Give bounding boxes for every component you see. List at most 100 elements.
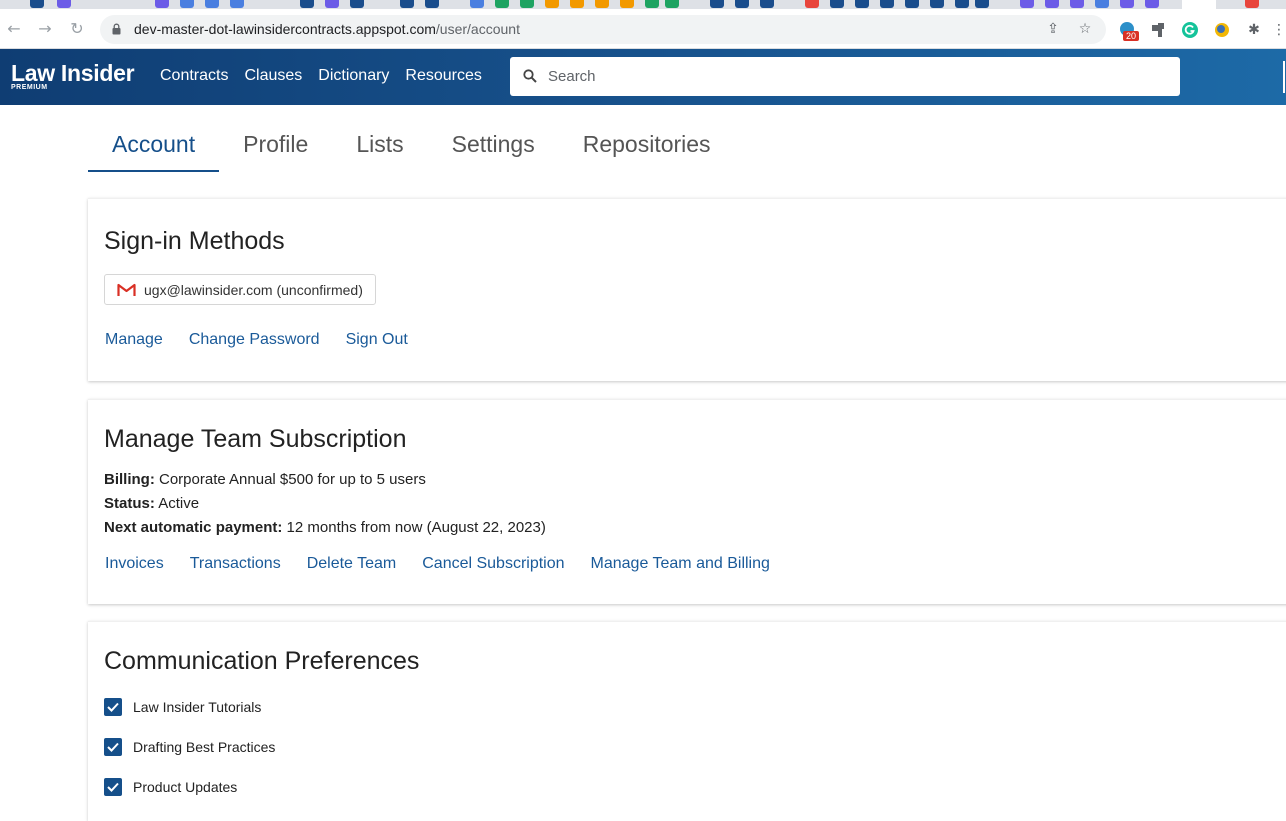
pref-label: Law Insider Tutorials	[133, 699, 262, 715]
subscription-title: Manage Team Subscription	[104, 425, 407, 453]
bookmark-star-icon[interactable]: ☆	[1076, 20, 1094, 38]
tab-favicon[interactable]	[710, 0, 724, 8]
tab-favicon[interactable]	[325, 0, 339, 8]
tab-favicon[interactable]	[300, 0, 314, 8]
signin-links: Manage Change Password Sign Out	[105, 331, 408, 349]
extension-avatar-icon[interactable]	[1213, 21, 1231, 39]
browser-toolbar: ← → ↻ dev-master-dot-lawinsidercontracts…	[0, 9, 1286, 49]
checkmark-icon	[107, 702, 119, 712]
logo-name: Law Insider	[11, 60, 135, 86]
tab-favicon[interactable]	[57, 0, 71, 8]
reload-icon[interactable]: ↻	[67, 19, 87, 39]
gmail-icon	[117, 283, 136, 296]
pref-checkbox[interactable]	[104, 778, 122, 796]
tab-favicon[interactable]	[1245, 0, 1259, 8]
law-insider-logo[interactable]: Law Insider PREMIUM	[11, 60, 135, 91]
tab-favicon[interactable]	[1120, 0, 1134, 8]
tab-favicon[interactable]	[1145, 0, 1159, 8]
extension-icon[interactable]	[1150, 21, 1168, 39]
tab-favicon[interactable]	[205, 0, 219, 8]
status-row: Status: Active	[104, 495, 200, 512]
tab-repositories[interactable]: Repositories	[559, 127, 735, 172]
forward-arrow-icon[interactable]: →	[35, 19, 55, 39]
tab-favicon[interactable]	[930, 0, 944, 8]
pref-item: Drafting Best Practices	[104, 738, 275, 756]
tab-account[interactable]: Account	[88, 127, 220, 172]
manage-team-billing-link[interactable]: Manage Team and Billing	[591, 555, 770, 573]
main-nav: Contracts Clauses Dictionary Resources	[160, 67, 482, 85]
tab-favicon[interactable]	[350, 0, 364, 8]
nav-dictionary[interactable]: Dictionary	[318, 67, 389, 85]
tab-favicon[interactable]	[595, 0, 609, 8]
tab-favicon[interactable]	[975, 0, 989, 8]
invoices-link[interactable]: Invoices	[105, 555, 164, 573]
tab-favicon[interactable]	[155, 0, 169, 8]
app-header: Law Insider PREMIUM Contracts Clauses Di…	[0, 49, 1286, 105]
tab-favicon[interactable]	[1070, 0, 1084, 8]
tab-favicon[interactable]	[400, 0, 414, 8]
share-icon[interactable]: ⇪	[1044, 20, 1062, 38]
tab-favicon[interactable]	[230, 0, 244, 8]
tab-favicon[interactable]	[735, 0, 749, 8]
tab-favicon[interactable]	[30, 0, 44, 8]
tab-favicon[interactable]	[1045, 0, 1059, 8]
tab-favicon[interactable]	[425, 0, 439, 8]
more-menu-icon[interactable]: ⋮	[1272, 21, 1286, 39]
cancel-subscription-link[interactable]: Cancel Subscription	[422, 555, 564, 573]
pref-checkbox[interactable]	[104, 738, 122, 756]
change-password-link[interactable]: Change Password	[189, 331, 320, 349]
back-arrow-icon[interactable]: ←	[4, 19, 24, 39]
nav-clauses[interactable]: Clauses	[244, 67, 302, 85]
pref-item: Product Updates	[104, 778, 237, 796]
tab-favicon[interactable]	[620, 0, 634, 8]
tab-favicon[interactable]	[760, 0, 774, 8]
tab-favicon[interactable]	[520, 0, 534, 8]
tab-favicon[interactable]	[955, 0, 969, 8]
sign-out-link[interactable]: Sign Out	[346, 331, 408, 349]
nav-resources[interactable]: Resources	[405, 67, 481, 85]
active-tab[interactable]	[1182, 0, 1216, 9]
signin-methods-title: Sign-in Methods	[104, 227, 285, 255]
tab-favicon[interactable]	[180, 0, 194, 8]
url-text: dev-master-dot-lawinsidercontracts.appsp…	[134, 21, 520, 37]
tab-favicon[interactable]	[470, 0, 484, 8]
tab-favicon[interactable]	[665, 0, 679, 8]
address-bar[interactable]: dev-master-dot-lawinsidercontracts.appsp…	[100, 15, 1106, 44]
tab-lists[interactable]: Lists	[332, 127, 427, 172]
account-tabs: Account Profile Lists Settings Repositor…	[88, 127, 735, 172]
tab-favicon[interactable]	[645, 0, 659, 8]
email-sign-in-chip: ugx@lawinsider.com (unconfirmed)	[104, 274, 376, 305]
tab-favicon[interactable]	[495, 0, 509, 8]
tab-favicon[interactable]	[805, 0, 819, 8]
nav-contracts[interactable]: Contracts	[160, 67, 228, 85]
signin-methods-card: Sign-in Methods ugx@lawinsider.com (unco…	[88, 198, 1286, 381]
checkmark-icon	[107, 742, 119, 752]
tab-favicon[interactable]	[880, 0, 894, 8]
pref-checkbox[interactable]	[104, 698, 122, 716]
tab-favicon[interactable]	[1095, 0, 1109, 8]
tab-settings[interactable]: Settings	[428, 127, 559, 172]
search-box	[510, 57, 1180, 96]
tab-favicon[interactable]	[905, 0, 919, 8]
manage-link[interactable]: Manage	[105, 331, 163, 349]
next-payment-row: Next automatic payment: 12 months from n…	[104, 519, 546, 536]
delete-team-link[interactable]: Delete Team	[307, 555, 397, 573]
search-input[interactable]	[548, 57, 1168, 96]
tab-favicon[interactable]	[1020, 0, 1034, 8]
subscription-details: Billing: Corporate Annual $500 for up to…	[104, 468, 546, 540]
pref-item: Law Insider Tutorials	[104, 698, 261, 716]
pref-label: Product Updates	[133, 779, 238, 795]
subscription-links: Invoices Transactions Delete Team Cancel…	[105, 555, 770, 573]
extensions-puzzle-icon[interactable]: ✱	[1245, 21, 1263, 39]
tab-favicon[interactable]	[545, 0, 559, 8]
tab-favicon[interactable]	[830, 0, 844, 8]
tab-favicon[interactable]	[855, 0, 869, 8]
transactions-link[interactable]: Transactions	[190, 555, 281, 573]
browser-tab-strip	[0, 0, 1286, 9]
signin-email: ugx@lawinsider.com (unconfirmed)	[144, 281, 363, 298]
extension-badge: 20	[1123, 31, 1140, 41]
grammarly-icon[interactable]	[1181, 21, 1199, 39]
tab-favicon[interactable]	[570, 0, 584, 8]
tab-profile[interactable]: Profile	[219, 127, 332, 172]
lock-icon	[112, 23, 121, 35]
